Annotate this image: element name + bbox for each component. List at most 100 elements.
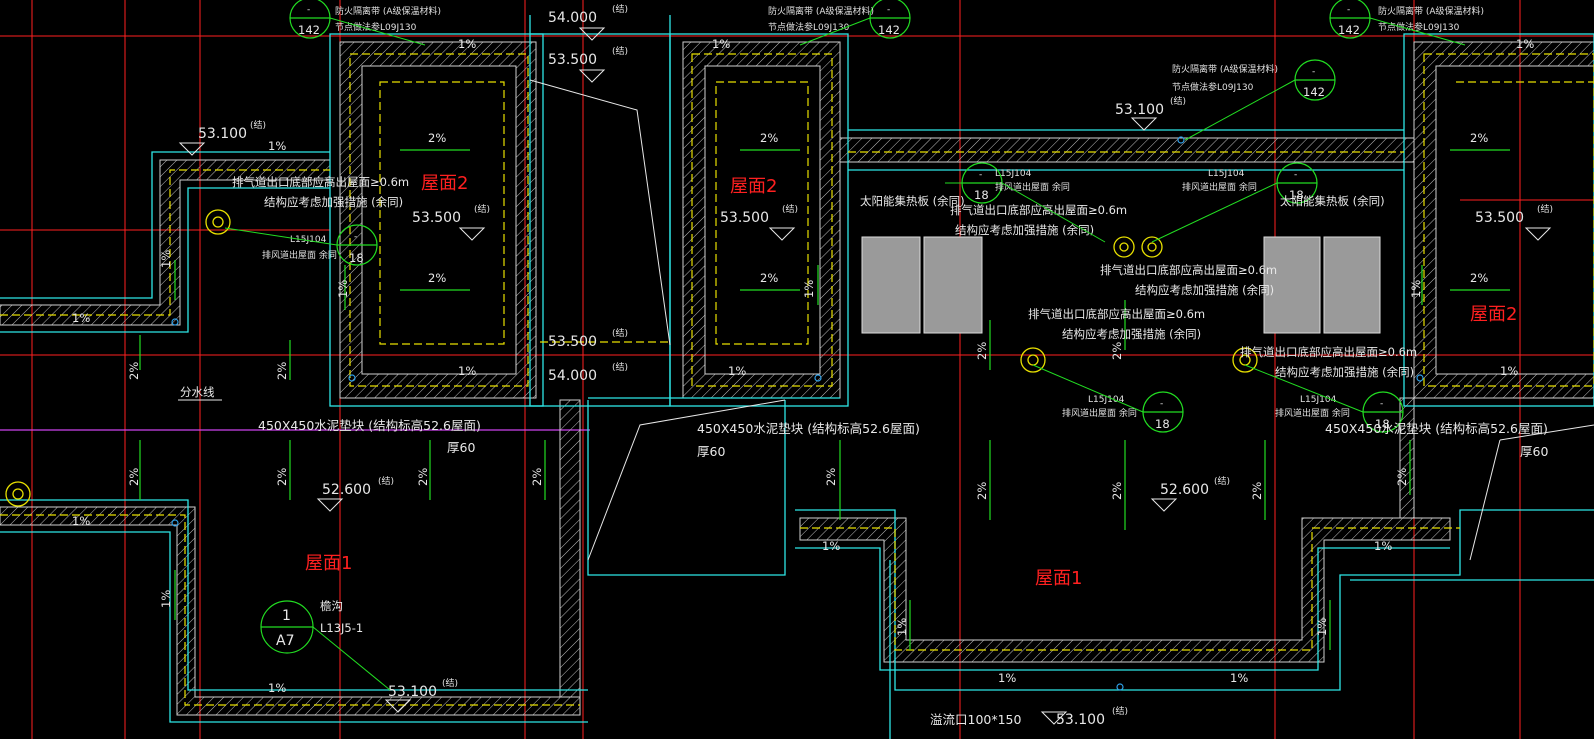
firebreak-note: 防火隔离带 (A级保温材料) xyxy=(1172,63,1278,75)
callout-number: - xyxy=(887,5,890,15)
solar-panel xyxy=(861,236,921,334)
svg-text:1%: 1% xyxy=(72,514,90,528)
structure-note: 结构应考虑加强措施 (余同) xyxy=(1062,327,1201,341)
elevation-text: 54.000 xyxy=(548,368,597,384)
elevation-text: 53.100 xyxy=(1056,712,1105,728)
slope-labels-vertical: 1% 1% 1% 1% 1% 2% 2% 2% 2% 2% 2% 2% 2% 2… xyxy=(127,250,1423,636)
gutter-note: 檐沟 xyxy=(320,599,343,613)
elevation-struct: (结) xyxy=(378,475,394,487)
roof2-label: 屋面2 xyxy=(730,176,777,197)
svg-text:2%: 2% xyxy=(275,362,289,380)
svg-text:1%: 1% xyxy=(728,364,746,378)
svg-text:1%: 1% xyxy=(458,364,476,378)
svg-text:2%: 2% xyxy=(975,482,989,500)
exhaust-note: 排气道出口底部应高出屋面≥0.6m xyxy=(950,203,1127,217)
svg-text:1%: 1% xyxy=(1315,618,1329,636)
vent-ref: L15J104 xyxy=(995,169,1032,179)
structure-note: 结构应考虑加强措施 (余同) xyxy=(264,195,403,209)
svg-text:1%: 1% xyxy=(895,618,909,636)
callout-number: - xyxy=(979,170,982,180)
exhaust-note: 排气道出口底部应高出屋面≥0.6m xyxy=(1240,345,1417,359)
callout-number: - xyxy=(1380,399,1383,409)
vent-ref: L15J104 xyxy=(290,235,327,245)
cement-block-note: 450X450水泥垫块 (结构标高52.6屋面) xyxy=(258,418,481,433)
elevation-text: 52.600 xyxy=(322,482,371,498)
svg-text:2%: 2% xyxy=(1110,342,1124,360)
callout-number: - xyxy=(1347,5,1350,15)
callout-number: 142 xyxy=(298,23,320,37)
callout-number: 142 xyxy=(1338,23,1360,37)
solar-note: 太阳能集热板 (余同) xyxy=(860,194,965,208)
elevation-struct: (结) xyxy=(442,677,458,689)
callout-number: 18 xyxy=(349,251,364,265)
vent-ref-note: 排风道出屋面 余同 xyxy=(1062,407,1137,419)
elevation-text: 53.500 xyxy=(1475,210,1524,226)
svg-text:2%: 2% xyxy=(824,468,838,486)
solar-panel xyxy=(923,236,983,334)
callout-number: 18 xyxy=(1155,417,1170,431)
svg-text:2%: 2% xyxy=(760,271,778,285)
elevation-text: 53.100 xyxy=(198,126,247,142)
thickness-note: 厚60 xyxy=(697,444,725,459)
callout-number: - xyxy=(307,5,310,15)
svg-text:1%: 1% xyxy=(1230,671,1248,685)
roof2-label: 屋面2 xyxy=(1470,304,1517,325)
elevation-struct: (结) xyxy=(612,45,628,57)
svg-text:2%: 2% xyxy=(1250,482,1264,500)
svg-text:1%: 1% xyxy=(268,681,286,695)
svg-text:1%: 1% xyxy=(822,539,840,553)
callout-number: 142 xyxy=(1303,85,1325,99)
svg-text:1%: 1% xyxy=(1516,37,1534,51)
elevation-text: 53.100 xyxy=(388,684,437,700)
svg-text:2%: 2% xyxy=(1470,271,1488,285)
elevation-text: 52.600 xyxy=(1160,482,1209,498)
svg-text:2%: 2% xyxy=(1110,482,1124,500)
vent-markers xyxy=(5,209,1258,507)
callout-number: 18 xyxy=(974,188,989,202)
elevation-struct: (结) xyxy=(1112,705,1128,717)
node-ref-note: 节点做法参L09J130 xyxy=(1378,21,1460,33)
vent-ref: L15J104 xyxy=(1208,169,1245,179)
callout-number: - xyxy=(1312,67,1315,77)
svg-text:1%: 1% xyxy=(1409,280,1423,298)
svg-text:1%: 1% xyxy=(159,250,173,268)
svg-text:1%: 1% xyxy=(1500,364,1518,378)
callout-number: - xyxy=(354,232,357,242)
solar-panel xyxy=(1323,236,1381,334)
firebreak-note: 防火隔离带 (A级保温材料) xyxy=(768,5,874,17)
svg-text:1%: 1% xyxy=(336,280,350,298)
elevation-text: 53.500 xyxy=(548,52,597,68)
firebreak-note: 防火隔离带 (A级保温材料) xyxy=(1378,5,1484,17)
elevation-text: 53.500 xyxy=(412,210,461,226)
exhaust-note: 排气道出口底部应高出屋面≥0.6m xyxy=(1028,307,1205,321)
svg-text:2%: 2% xyxy=(428,271,446,285)
svg-text:1%: 1% xyxy=(159,590,173,608)
svg-text:1%: 1% xyxy=(458,37,476,51)
svg-text:2%: 2% xyxy=(1470,131,1488,145)
structure-note: 结构应考虑加强措施 (余同) xyxy=(1275,365,1414,379)
cement-block-note: 450X450水泥垫块 (结构标高52.6屋面) xyxy=(697,421,920,436)
vent-ref-note: 排风道出屋面 余同 xyxy=(995,181,1070,193)
structure-note: 结构应考虑加强措施 (余同) xyxy=(1135,283,1274,297)
firebreak-note: 防火隔离带 (A级保温材料) xyxy=(335,5,441,17)
callout-number: - xyxy=(1160,399,1163,409)
node-ref-note: 节点做法参L09J130 xyxy=(1172,81,1254,93)
elevation-struct: (结) xyxy=(1537,203,1553,215)
svg-text:2%: 2% xyxy=(530,468,544,486)
elevation-text: 53.100 xyxy=(1115,102,1164,118)
divide-line-note: 分水线 xyxy=(180,385,215,399)
elevation-struct: (结) xyxy=(1170,95,1186,107)
callout-number: 1 xyxy=(282,608,291,624)
elevation-struct: (结) xyxy=(782,203,798,215)
elevation-struct: (结) xyxy=(612,361,628,373)
svg-text:2%: 2% xyxy=(275,468,289,486)
cement-block-note: 450X450水泥垫块 (结构标高52.6屋面) xyxy=(1325,421,1548,436)
svg-text:2%: 2% xyxy=(416,468,430,486)
roof2-label: 屋面2 xyxy=(421,173,468,194)
thickness-note: 厚60 xyxy=(447,440,475,455)
svg-text:1%: 1% xyxy=(802,280,816,298)
gutter-ref: L13J5-1 xyxy=(320,621,363,635)
svg-text:2%: 2% xyxy=(1395,468,1409,486)
vent-ref: L15J104 xyxy=(1300,395,1337,405)
elevation-struct: (结) xyxy=(1214,475,1230,487)
